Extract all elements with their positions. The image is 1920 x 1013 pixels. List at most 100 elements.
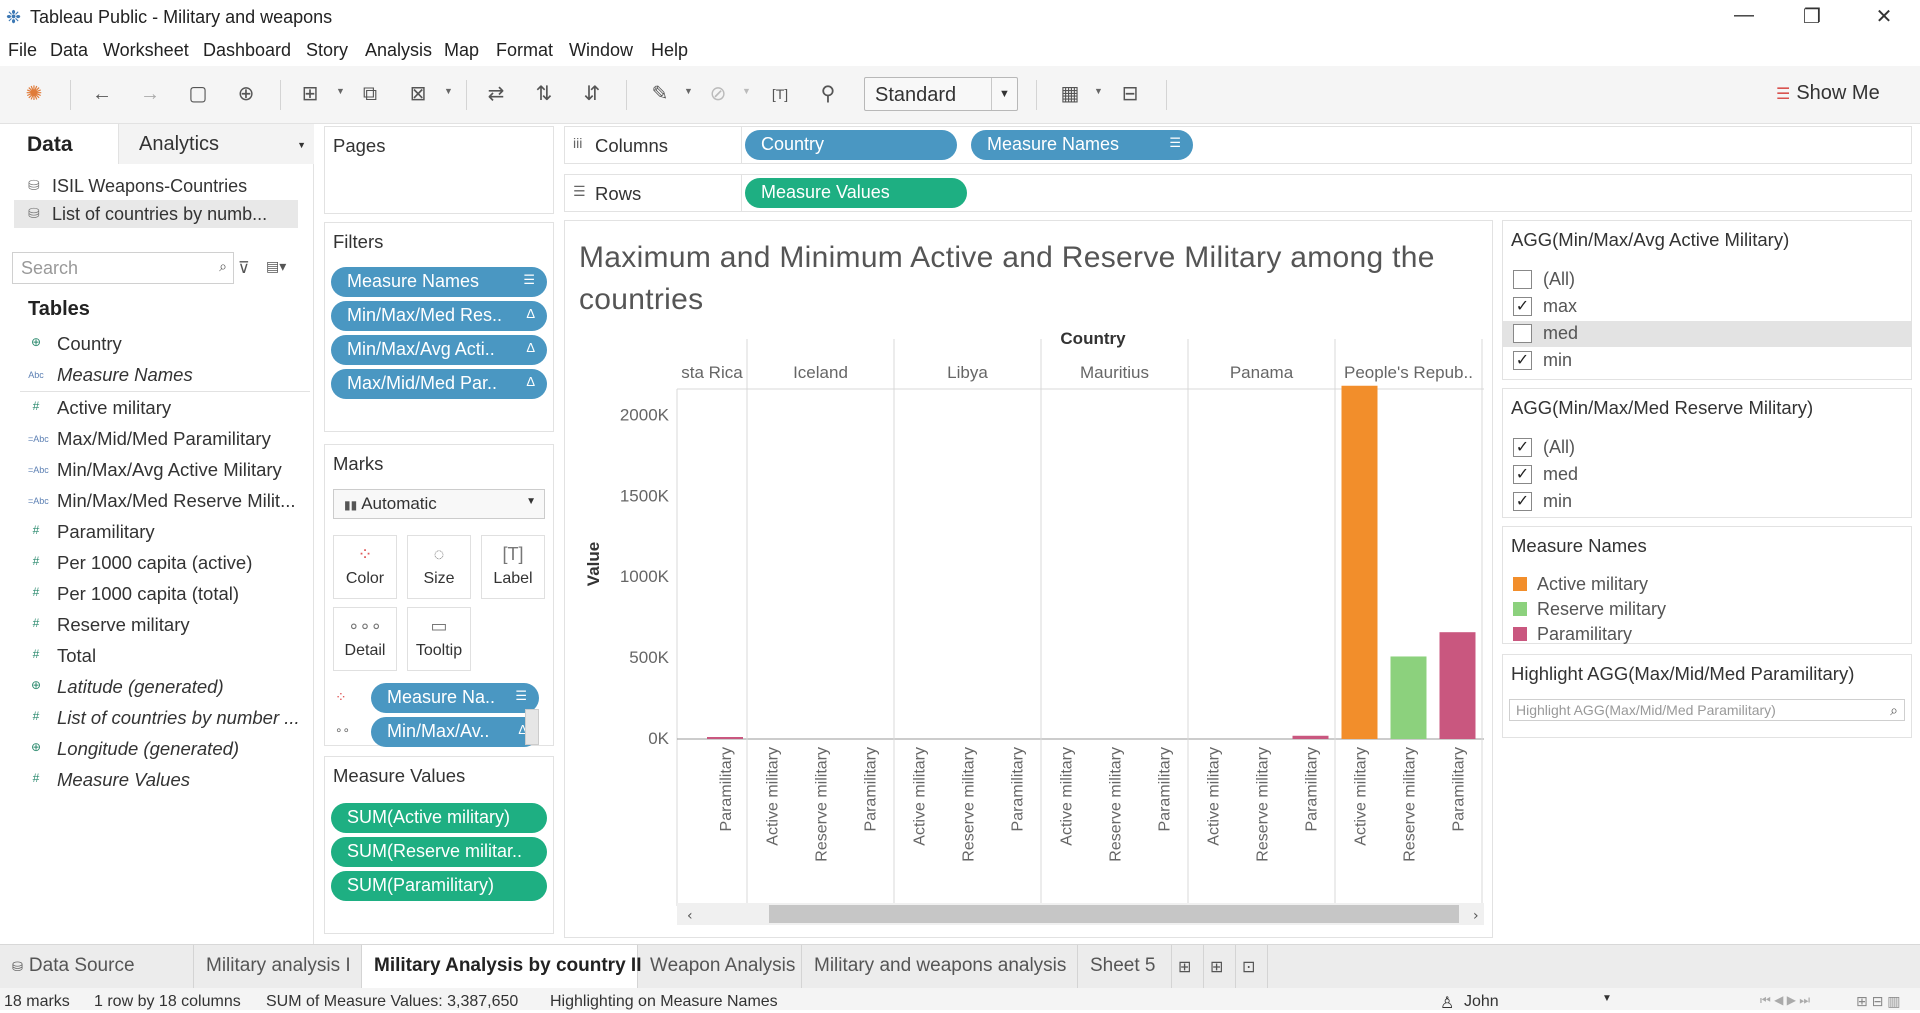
field-item[interactable]: =Abc Min/Max/Med Reserve Milit... bbox=[28, 488, 312, 518]
menu-help[interactable]: Help bbox=[651, 40, 688, 61]
save-icon[interactable]: ▢ bbox=[186, 82, 210, 106]
group-dropdown-icon[interactable]: ▼ bbox=[742, 86, 751, 96]
group-members-icon[interactable]: ⊘ bbox=[706, 82, 730, 106]
datasource-item[interactable]: ⛁ ISIL Weapons-Countries bbox=[14, 172, 298, 200]
label-button[interactable]: [T] Label bbox=[481, 535, 545, 599]
legend-item[interactable]: Paramilitary bbox=[1513, 623, 1813, 648]
show-me-button[interactable]: ☰ Show Me bbox=[1776, 82, 1880, 105]
bar-active-military[interactable] bbox=[1341, 385, 1378, 739]
tab-data[interactable]: Data bbox=[0, 124, 118, 164]
chevron-down-icon[interactable]: ▼ bbox=[526, 496, 536, 507]
checkbox[interactable]: ✓ bbox=[1513, 351, 1532, 370]
search-input[interactable]: Search ⌕ bbox=[12, 252, 234, 284]
new-worksheet-dropdown-icon[interactable]: ▼ bbox=[336, 86, 345, 96]
tableau-home-icon[interactable]: ✺ bbox=[22, 82, 46, 106]
filter-option[interactable]: (All) bbox=[1513, 267, 1813, 293]
new-datasource-icon[interactable]: ⊕ bbox=[234, 82, 258, 106]
new-story-icon[interactable]: ⊡ bbox=[1236, 945, 1268, 989]
menu-dashboard[interactable]: Dashboard bbox=[203, 40, 291, 61]
field-item[interactable]: # Active military bbox=[28, 395, 312, 425]
field-item[interactable]: # Paramilitary bbox=[28, 519, 312, 549]
field-item[interactable]: ⊕ Latitude (generated) bbox=[28, 674, 312, 704]
bar-paramilitary[interactable] bbox=[707, 737, 743, 739]
close-button[interactable]: ✕ bbox=[1864, 4, 1904, 30]
new-worksheet-icon[interactable]: ⊞ bbox=[1172, 945, 1204, 989]
checkbox[interactable] bbox=[1513, 324, 1532, 343]
columns-shelf[interactable]: iii Columns Country Measure Names ☰ bbox=[564, 126, 1912, 164]
filters-card[interactable]: Filters Measure Names ☰ Min/Max/Med Res..… bbox=[324, 222, 554, 432]
fit-mode-select[interactable]: Standard ▼ bbox=[864, 77, 1018, 111]
filter-option[interactable]: ✓ min bbox=[1513, 489, 1813, 515]
filter-option[interactable]: ✓ med bbox=[1513, 462, 1813, 488]
marks-pill-min-max[interactable]: Min/Max/Av.. Δ bbox=[371, 717, 539, 747]
field-item[interactable]: # Reserve military bbox=[28, 612, 312, 642]
filter-icon[interactable]: ⊽ bbox=[238, 258, 250, 278]
clear-sheet-icon[interactable]: ⊠ bbox=[406, 82, 430, 106]
show-cards-dropdown-icon[interactable]: ▼ bbox=[1094, 86, 1103, 96]
filter-option[interactable]: ✓ min bbox=[1513, 348, 1813, 374]
checkbox[interactable]: ✓ bbox=[1513, 297, 1532, 316]
field-item[interactable]: ⊕ Country bbox=[28, 331, 312, 361]
status-user[interactable]: John bbox=[1464, 993, 1499, 1011]
filter-pill-reserve[interactable]: Min/Max/Med Res.. Δ bbox=[331, 301, 547, 331]
columns-pill-measure-names[interactable]: Measure Names ☰ bbox=[971, 130, 1193, 160]
rows-shelf[interactable]: ☰ Rows Measure Values bbox=[564, 174, 1912, 212]
view-options-icon[interactable]: ▤▾ bbox=[266, 258, 286, 275]
presentation-mode-icon[interactable]: ⊟ bbox=[1118, 82, 1142, 106]
new-dashboard-icon[interactable]: ⊞ bbox=[1204, 945, 1236, 989]
marks-scrollbar[interactable] bbox=[525, 709, 539, 745]
marks-pill-measure-names[interactable]: Measure Na.. ☰ bbox=[371, 683, 539, 713]
color-button[interactable]: ⁘ Color bbox=[333, 535, 397, 599]
checkbox[interactable] bbox=[1513, 270, 1532, 289]
menu-story[interactable]: Story bbox=[306, 40, 348, 61]
bar-paramilitary[interactable] bbox=[1439, 632, 1476, 739]
measure-value-pill-active[interactable]: SUM(Active military) bbox=[331, 803, 547, 833]
legend-item[interactable]: Active military bbox=[1513, 573, 1813, 598]
field-item[interactable]: # List of countries by number ... bbox=[28, 705, 312, 735]
field-item[interactable]: =Abc Min/Max/Avg Active Military bbox=[28, 457, 312, 487]
highlight-icon[interactable]: ✎ bbox=[648, 82, 672, 106]
menu-map[interactable]: Map bbox=[444, 40, 479, 61]
filter-pill-paramilitary[interactable]: Max/Mid/Med Par.. Δ bbox=[331, 369, 547, 399]
show-mark-labels-icon[interactable]: [T] bbox=[768, 82, 792, 106]
sheet-navigation-icon[interactable]: ⏮ ◀ ▶ ⏭ bbox=[1760, 993, 1810, 1008]
detail-button[interactable]: ∘∘∘ Detail bbox=[333, 607, 397, 671]
clear-sheet-dropdown-icon[interactable]: ▼ bbox=[444, 86, 453, 96]
filter-pill-active[interactable]: Min/Max/Avg Acti.. Δ bbox=[331, 335, 547, 365]
menu-data[interactable]: Data bbox=[50, 40, 88, 61]
caret-down-icon[interactable]: ▼ bbox=[297, 140, 306, 150]
checkbox[interactable]: ✓ bbox=[1513, 465, 1532, 484]
menu-worksheet[interactable]: Worksheet bbox=[103, 40, 189, 61]
tab-sheet-active[interactable]: Military Analysis by country II bbox=[362, 945, 641, 989]
restore-button[interactable]: ❐ bbox=[1792, 4, 1832, 30]
legend-item[interactable]: Reserve military bbox=[1513, 598, 1813, 623]
filter-pill-measure-names[interactable]: Measure Names ☰ bbox=[331, 267, 547, 297]
swap-rows-columns-icon[interactable]: ⇄ bbox=[484, 82, 508, 106]
tab-sheet[interactable]: Military and weapons analysis bbox=[802, 945, 1078, 989]
field-item[interactable]: Abc Measure Names bbox=[28, 362, 312, 392]
chevron-down-icon[interactable]: ▼ bbox=[991, 78, 1017, 110]
rows-pill-measure-values[interactable]: Measure Values bbox=[745, 178, 967, 208]
menu-file[interactable]: File bbox=[8, 40, 37, 61]
bar-reserve-military[interactable] bbox=[1390, 656, 1427, 739]
field-item[interactable]: # Total bbox=[28, 643, 312, 673]
menu-format[interactable]: Format bbox=[496, 40, 553, 61]
duplicate-sheet-icon[interactable]: ⧉ bbox=[358, 82, 382, 106]
field-item[interactable]: # Per 1000 capita (total) bbox=[28, 581, 312, 611]
filter-option[interactable]: ✓ max bbox=[1513, 294, 1813, 320]
new-worksheet-icon[interactable]: ⊞ bbox=[298, 82, 322, 106]
tab-analytics[interactable]: Analytics ▼ bbox=[118, 124, 314, 164]
bar-chart[interactable]: Country Value 0K 500K 1000K 1500K 2000K sta Ric… bbox=[565, 221, 1494, 937]
measure-value-pill-paramilitary[interactable]: SUM(Paramilitary) bbox=[331, 871, 547, 901]
tab-sheet[interactable]: Military analysis I bbox=[194, 945, 362, 989]
highlight-input[interactable]: Highlight AGG(Max/Mid/Med Paramilitary) … bbox=[1509, 699, 1905, 721]
tab-sheet[interactable]: Sheet 5 bbox=[1078, 945, 1172, 989]
menu-analysis[interactable]: Analysis bbox=[365, 40, 432, 61]
tab-data-source[interactable]: ⛁ Data Source bbox=[0, 945, 194, 989]
bar-paramilitary[interactable] bbox=[1292, 735, 1329, 739]
highlight-dropdown-icon[interactable]: ▼ bbox=[684, 86, 693, 96]
field-item[interactable]: =Abc Max/Mid/Med Paramilitary bbox=[28, 426, 312, 456]
pages-card[interactable]: Pages bbox=[324, 126, 554, 214]
user-menu-caret-icon[interactable]: ▼ bbox=[1602, 993, 1612, 1004]
minimize-button[interactable]: — bbox=[1724, 4, 1764, 30]
